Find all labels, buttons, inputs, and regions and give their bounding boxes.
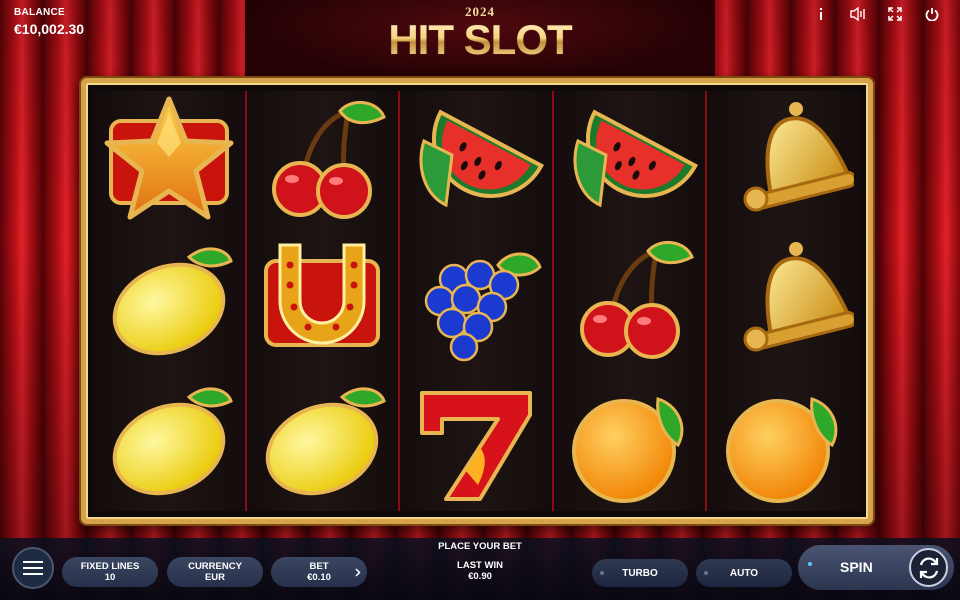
seven-icon — [419, 391, 532, 501]
bell-icon — [743, 242, 855, 352]
grapes-icon — [424, 252, 542, 362]
reel-2 — [246, 91, 401, 511]
symbol-watermelon — [400, 91, 552, 231]
orange-icon — [571, 397, 683, 503]
chevron-right-icon — [355, 568, 361, 577]
symbol-bell — [707, 231, 861, 371]
top-toolbar — [802, 5, 950, 23]
reels-frame — [81, 78, 873, 524]
bet-label: BET — [309, 561, 329, 572]
balance-label: BALANCE — [14, 7, 65, 18]
currency-value: EUR — [204, 572, 226, 583]
lemon-icon — [112, 387, 233, 496]
watermelon-icon — [419, 109, 544, 208]
symbol-orange — [707, 371, 861, 511]
orange-icon — [726, 397, 838, 503]
reel-3 — [400, 91, 554, 511]
symbol-lemon — [93, 371, 245, 511]
menu-button[interactable] — [12, 547, 54, 589]
symbol-orange — [554, 371, 706, 511]
lemon-icon — [112, 247, 233, 356]
logo-title: HIT SLOT — [380, 19, 580, 61]
hamburger-icon — [23, 561, 43, 575]
auto-label: AUTO — [729, 567, 759, 579]
balance-value: €10,002.30 — [14, 21, 85, 37]
bet-selector[interactable]: BET €0.10 — [271, 557, 367, 587]
info-icon[interactable] — [802, 5, 839, 23]
power-icon[interactable] — [913, 5, 950, 23]
reel-5 — [707, 91, 861, 511]
refresh-icon — [919, 556, 938, 579]
symbol-star — [93, 91, 245, 231]
symbol-watermelon — [554, 91, 706, 231]
last-win-display: LAST WIN €0.90 — [420, 560, 540, 582]
symbol-cherry — [554, 231, 706, 371]
spin-button[interactable]: SPIN — [798, 545, 954, 590]
symbol-lemon — [93, 231, 245, 371]
turbo-button[interactable]: TURBO — [592, 559, 688, 587]
spin-label: SPIN — [840, 559, 873, 575]
currency-display: CURRENCY EUR — [167, 557, 263, 587]
horseshoe-icon — [264, 243, 381, 347]
turbo-indicator — [600, 571, 604, 575]
fixed-lines-value: 10 — [104, 572, 116, 583]
reel-1 — [93, 91, 247, 511]
reel-4 — [553, 91, 708, 511]
last-win-value: €0.90 — [468, 571, 492, 582]
watermelon-icon — [573, 109, 698, 208]
sound-icon[interactable] — [839, 5, 876, 23]
cherry-icon — [579, 241, 694, 359]
balance-display: BALANCE €10,002.30 — [14, 7, 84, 37]
place-bet-text: PLACE YOUR BET — [438, 541, 522, 552]
spin-circle[interactable] — [909, 548, 948, 587]
cherry-icon — [272, 101, 387, 219]
auto-button[interactable]: AUTO — [696, 559, 792, 587]
auto-indicator — [704, 571, 708, 575]
fullscreen-icon[interactable] — [876, 5, 913, 23]
symbol-lemon — [247, 371, 399, 511]
symbol-seven — [400, 371, 552, 511]
currency-label: CURRENCY — [188, 561, 242, 572]
spin-indicator — [808, 562, 812, 566]
symbol-horseshoe — [247, 231, 399, 371]
lemon-icon — [266, 387, 387, 496]
reels-grid — [93, 91, 861, 511]
fixed-lines-display: FIXED LINES 10 — [62, 557, 158, 587]
symbol-cherry — [247, 91, 399, 231]
symbol-grapes — [400, 231, 552, 371]
fixed-lines-label: FIXED LINES — [80, 561, 140, 572]
game-logo: 2024 HIT SLOT — [380, 4, 580, 61]
bell-icon — [743, 102, 855, 212]
turbo-label: TURBO — [622, 567, 658, 579]
star-icon — [104, 96, 234, 220]
last-win-label: LAST WIN — [457, 560, 503, 571]
bet-value: €0.10 — [307, 572, 331, 583]
symbol-bell — [707, 91, 861, 231]
